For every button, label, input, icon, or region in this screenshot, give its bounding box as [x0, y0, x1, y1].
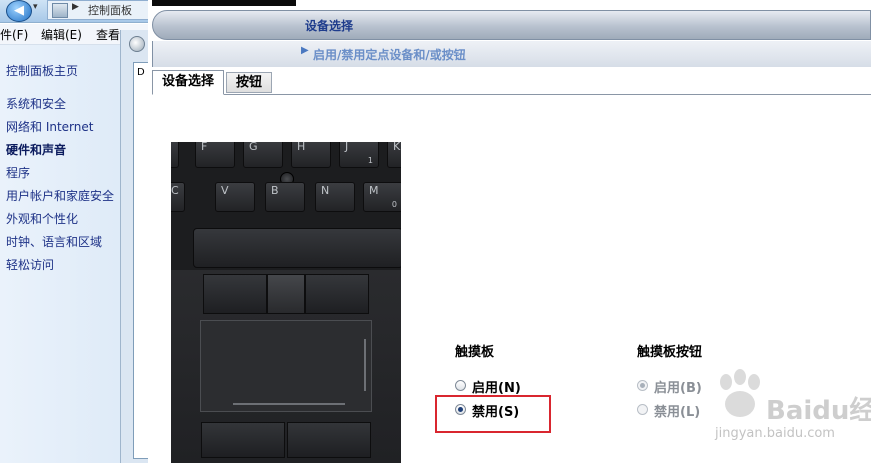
sidebar-link-appearance[interactable]: 外观和个性化	[6, 210, 78, 227]
touchpad-surface	[200, 320, 372, 412]
touchpad-buttons-disable-radio	[637, 404, 648, 415]
menu-edit[interactable]: 编辑(E)	[41, 26, 82, 43]
dialog-app-icon	[129, 36, 145, 52]
sidebar-link-user-accounts[interactable]: 用户帐户和家庭安全	[6, 187, 114, 204]
key-b: B	[265, 182, 305, 212]
menu-file[interactable]: 件(F)	[0, 26, 28, 43]
key-g: G	[243, 142, 283, 168]
forward-arrow-icon[interactable]: ▾	[33, 2, 38, 12]
sidebar-link-network[interactable]: 网络和 Internet	[6, 118, 93, 135]
touchpad-illustration: F G H J1 K C V B N M0	[171, 142, 401, 463]
menu-view[interactable]: 查看	[96, 26, 120, 43]
key-label: F	[201, 142, 208, 153]
sidebar-link-clock-language[interactable]: 时钟、语言和区域	[6, 233, 102, 250]
key-label: M	[369, 184, 379, 197]
section-header-title: 设备选择	[305, 19, 354, 33]
touchpad-right-button	[287, 422, 371, 458]
tab-device-selection[interactable]: 设备选择	[152, 70, 224, 95]
highlight-annotation	[435, 395, 551, 433]
tab-buttons[interactable]: 按钮	[226, 72, 272, 93]
touchpad-enable-label[interactable]: 启用(N)	[472, 377, 521, 396]
key-h: H	[291, 142, 331, 168]
address-text: 控制面板	[88, 4, 132, 17]
subsection-header-title: 启用/禁用定点设备和/或按钮	[313, 48, 466, 62]
background-dialog-frame: D	[120, 30, 151, 463]
key	[171, 142, 179, 168]
key-label: V	[221, 184, 229, 197]
trackpoint-right-button	[305, 274, 369, 314]
key-label: J	[345, 142, 349, 153]
key-c: C	[171, 182, 185, 212]
key-label: K	[393, 142, 401, 153]
tab-bar: 设备选择 按钮	[152, 70, 871, 95]
key-sublabel: 0	[391, 200, 397, 209]
breadcrumb-separator-icon: ▶	[72, 2, 79, 12]
watermark-url: jingyan.baidu.com	[715, 426, 835, 441]
paw-watermark-icon	[720, 369, 760, 417]
dark-title-strip	[152, 0, 296, 6]
sidebar-link-ease-of-access[interactable]: 轻松访问	[6, 256, 54, 273]
key-label: N	[321, 184, 330, 197]
vertical-scroll-zone	[364, 339, 366, 391]
key-sublabel: 1	[367, 156, 373, 165]
watermark-brand: Baidu经验	[766, 396, 871, 426]
key-label: G	[249, 142, 258, 153]
navigation-bar: ◀ ▾ ▶ 控制面板	[0, 0, 150, 23]
key-m: M0	[363, 182, 401, 212]
background-dialog-text: D	[137, 67, 145, 78]
touchpad-enable-radio[interactable]	[455, 380, 466, 391]
trackpoint-middle-button	[267, 274, 305, 314]
play-arrow-icon: ▶	[301, 45, 309, 56]
touchpad-buttons-group-title: 触摸板按钮	[637, 345, 703, 360]
sidebar-link-home[interactable]: 控制面板主页	[6, 62, 78, 79]
key-v: V	[215, 182, 255, 212]
key-n: N	[315, 182, 355, 212]
sidebar-link-programs[interactable]: 程序	[6, 164, 30, 181]
key-f: F	[195, 142, 235, 168]
touchpad-buttons-enable-label: 启用(B)	[654, 381, 702, 396]
back-arrow-icon[interactable]: ◀	[6, 0, 32, 22]
horizontal-scroll-zone	[233, 403, 345, 405]
key-k: K	[387, 142, 401, 168]
spacebar	[193, 228, 401, 268]
key-label: C	[171, 184, 179, 197]
touchpad-buttons-enable-radio	[637, 380, 648, 391]
address-bar[interactable]: ▶ 控制面板	[47, 0, 150, 20]
key-j: J1	[339, 142, 379, 168]
sidebar-link-system-security[interactable]: 系统和安全	[6, 95, 66, 112]
key-label: B	[271, 184, 279, 197]
touchpad-left-button	[201, 422, 285, 458]
control-panel-icon	[52, 3, 68, 18]
touchpad-buttons-disable-label: 禁用(L)	[654, 405, 701, 420]
sidebar-link-hardware-sound[interactable]: 硬件和声音	[6, 141, 66, 158]
subsection-header: ▶ 启用/禁用定点设备和/或按钮	[152, 41, 871, 67]
touchpad-group-title: 触摸板	[455, 345, 495, 360]
trackpoint-left-button	[203, 274, 267, 314]
section-header: 设备选择	[152, 10, 871, 40]
key-label: H	[297, 142, 306, 153]
